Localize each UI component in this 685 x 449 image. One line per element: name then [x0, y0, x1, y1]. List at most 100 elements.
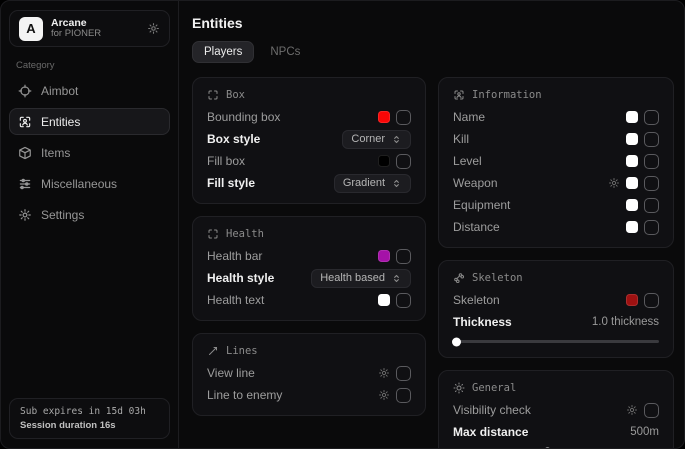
page-title: Entities	[192, 15, 674, 31]
weapon-color-swatch[interactable]	[626, 177, 638, 189]
sidebar-item-label: Items	[41, 146, 70, 160]
box-style-dropdown[interactable]: Corner	[342, 130, 411, 149]
weapon-settings-icon[interactable]	[608, 177, 620, 189]
fill-box-checkbox[interactable]	[396, 154, 411, 169]
app-titles: Arcane for PIONER	[51, 17, 139, 40]
category-label: Category	[16, 60, 178, 71]
row-thickness: Thickness 1.0 thickness	[439, 311, 673, 333]
fill-style-dropdown[interactable]: Gradient	[334, 174, 411, 193]
sidebar-nav: Aimbot Entities Items Miscellaneous	[1, 75, 178, 230]
row-label: Distance	[453, 220, 620, 234]
health-text-color-swatch[interactable]	[378, 294, 390, 306]
row-kill: Kill	[439, 128, 673, 150]
sidebar-item-label: Aimbot	[41, 84, 78, 98]
panel-skeleton: Skeleton Skeleton Thickness 1.0 thicknes…	[438, 260, 674, 358]
row-line-to-enemy: Line to enemy	[193, 384, 425, 406]
row-equipment: Equipment	[439, 194, 673, 216]
max-distance-value: 500m	[630, 426, 659, 438]
sun-icon	[453, 382, 465, 394]
kill-checkbox[interactable]	[644, 132, 659, 147]
bounding-box-color-swatch[interactable]	[378, 111, 390, 123]
view-line-settings-icon[interactable]	[378, 367, 390, 379]
sidebar-item-settings[interactable]: Settings	[9, 201, 170, 228]
row-label: Fill box	[207, 154, 372, 168]
sidebar-item-items[interactable]: Items	[9, 139, 170, 166]
panel-health-header: Health	[193, 226, 425, 245]
skeleton-color-swatch[interactable]	[626, 294, 638, 306]
thickness-value: 1.0 thickness	[592, 316, 659, 328]
health-text-checkbox[interactable]	[396, 293, 411, 308]
dropdown-value: Health based	[320, 272, 385, 284]
thickness-slider[interactable]	[453, 337, 659, 346]
app-header-card: A Arcane for PIONER	[9, 10, 170, 47]
main-content: Entities Players NPCs Box Bounding box	[180, 1, 684, 448]
header-settings-icon[interactable]	[147, 22, 160, 35]
tab-bar: Players NPCs	[192, 41, 674, 63]
health-bar-color-swatch[interactable]	[378, 250, 390, 262]
distance-color-swatch[interactable]	[626, 221, 638, 233]
fill-box-color-swatch[interactable]	[378, 155, 390, 167]
bounding-box-checkbox[interactable]	[396, 110, 411, 125]
app-logo: A	[19, 17, 43, 41]
app-subtitle: for PIONER	[51, 29, 139, 40]
cube-icon	[18, 146, 32, 160]
row-box-style: Box style Corner	[193, 128, 425, 150]
line-to-enemy-settings-icon[interactable]	[378, 389, 390, 401]
max-distance-slider-row	[439, 443, 673, 449]
visibility-check-checkbox[interactable]	[644, 403, 659, 418]
tab-players[interactable]: Players	[192, 41, 254, 63]
panel-lines-header: Lines	[193, 343, 425, 362]
slider-fill	[453, 340, 457, 343]
row-max-distance: Max distance 500m	[439, 421, 673, 443]
slider-thumb[interactable]	[452, 337, 461, 346]
row-health-text: Health text	[193, 289, 425, 311]
row-name: Name	[439, 106, 673, 128]
row-health-style: Health style Health based	[193, 267, 425, 289]
dropdown-value: Corner	[351, 133, 385, 145]
distance-checkbox[interactable]	[644, 220, 659, 235]
kill-color-swatch[interactable]	[626, 133, 638, 145]
row-health-bar: Health bar	[193, 245, 425, 267]
crosshair-icon	[18, 84, 32, 98]
row-label: View line	[207, 366, 372, 380]
skeleton-checkbox[interactable]	[644, 293, 659, 308]
tab-npcs[interactable]: NPCs	[258, 41, 312, 63]
gear-icon	[18, 208, 32, 222]
sidebar-item-entities[interactable]: Entities	[9, 108, 170, 135]
weapon-checkbox[interactable]	[644, 176, 659, 191]
row-label: Health bar	[207, 249, 372, 263]
row-visibility-check: Visibility check	[439, 399, 673, 421]
sidebar-item-aimbot[interactable]: Aimbot	[9, 77, 170, 104]
equipment-color-swatch[interactable]	[626, 199, 638, 211]
row-bounding-box: Bounding box	[193, 106, 425, 128]
panel-title: Skeleton	[472, 272, 523, 284]
row-label: Bounding box	[207, 110, 372, 124]
thickness-slider-row	[439, 333, 673, 348]
entities-scan-icon	[18, 115, 32, 129]
level-checkbox[interactable]	[644, 154, 659, 169]
health-bar-checkbox[interactable]	[396, 249, 411, 264]
panel-title: Information	[472, 89, 542, 101]
panel-general-header: General	[439, 380, 673, 399]
row-label: Thickness	[453, 315, 586, 329]
row-label: Health style	[207, 271, 305, 285]
scan-corners-icon	[207, 89, 219, 101]
visibility-check-settings-icon[interactable]	[626, 404, 638, 416]
row-fill-box: Fill box	[193, 150, 425, 172]
row-view-line: View line	[193, 362, 425, 384]
health-style-dropdown[interactable]: Health based	[311, 269, 411, 288]
row-label: Skeleton	[453, 293, 620, 307]
name-checkbox[interactable]	[644, 110, 659, 125]
panel-title: Lines	[226, 345, 258, 357]
name-color-swatch[interactable]	[626, 111, 638, 123]
sliders-icon	[18, 177, 32, 191]
view-line-checkbox[interactable]	[396, 366, 411, 381]
row-level: Level	[439, 150, 673, 172]
level-color-swatch[interactable]	[626, 155, 638, 167]
row-distance: Distance	[439, 216, 673, 238]
subscription-card: Sub expires in 15d 03h Session duration …	[9, 398, 170, 439]
sidebar-item-miscellaneous[interactable]: Miscellaneous	[9, 170, 170, 197]
chevrons-up-down-icon	[391, 178, 402, 189]
equipment-checkbox[interactable]	[644, 198, 659, 213]
line-to-enemy-checkbox[interactable]	[396, 388, 411, 403]
